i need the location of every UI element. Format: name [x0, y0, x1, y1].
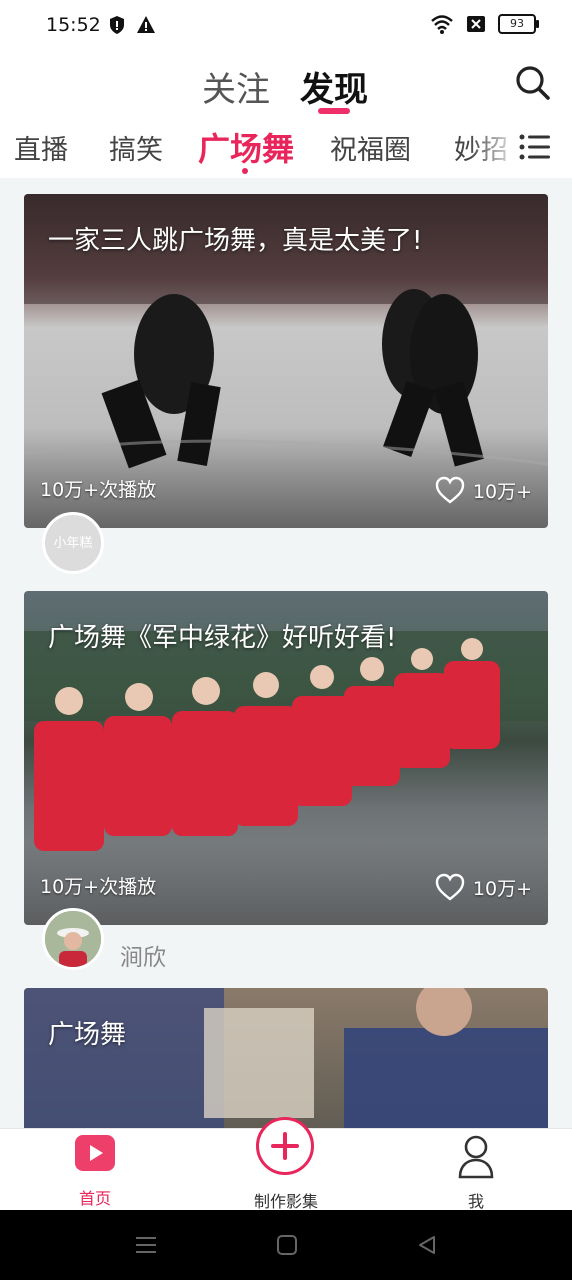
like-count: 10万+ [472, 480, 532, 503]
wifi-icon [431, 15, 453, 34]
video-card[interactable]: 一家三人跳广场舞，真是太美了! 10万+次播放 10万+ [24, 194, 548, 528]
category-row: 直播 搞笑 广场舞 祝福圈 妙招 [0, 120, 572, 178]
author-name[interactable]: 涧欣 [120, 938, 166, 972]
video-title: 广场舞《军中绿花》好听好看! [48, 623, 397, 653]
category-menu-icon[interactable] [518, 130, 552, 164]
tab-follow[interactable]: 关注 [202, 62, 270, 111]
video-card[interactable]: 广场舞 [24, 988, 548, 1128]
category-funny[interactable]: 搞笑 [109, 128, 163, 167]
play-count: 10万+次播放 [40, 876, 157, 898]
like-count: 10万+ [472, 877, 532, 900]
recent-apps-icon[interactable] [134, 1234, 158, 1256]
system-nav-bar [0, 1210, 572, 1280]
nav-make-label: 制作影集 [253, 1192, 318, 1211]
video-title: 一家三人跳广场舞，真是太美了! [48, 226, 423, 256]
category-blessings[interactable]: 祝福圈 [330, 128, 411, 167]
nav-home-label: 首页 [78, 1189, 111, 1208]
avatar-photo [45, 911, 101, 967]
user-icon [458, 1135, 494, 1179]
video-title: 广场舞 [48, 1020, 127, 1050]
nav-me-label: 我 [467, 1192, 484, 1211]
active-category-dot [242, 168, 248, 174]
battery-icon: 93 [498, 14, 539, 34]
video-thumbnail [24, 988, 548, 1128]
video-feed[interactable]: 一家三人跳广场舞，真是太美了! 10万+次播放 10万+ 小年糕 广场舞《军中绿… [0, 178, 572, 1128]
category-square-dance[interactable]: 广场舞 [198, 124, 294, 170]
shield-icon [110, 16, 124, 34]
avatar-text: 小年糕 [53, 536, 93, 551]
search-icon[interactable] [512, 62, 552, 102]
plus-icon [271, 1132, 299, 1160]
warning-icon [137, 16, 155, 33]
video-card[interactable]: 广场舞《军中绿花》好听好看! 10万+次播放 10万+ [24, 591, 548, 925]
home-play-icon [75, 1135, 115, 1171]
back-icon[interactable] [416, 1234, 438, 1256]
status-time: 15:52 [46, 14, 101, 36]
status-bar: 15:52 93 [0, 0, 572, 52]
tab-discover[interactable]: 发现 [300, 62, 368, 111]
top-header: 关注 发现 [0, 52, 572, 118]
avatar[interactable] [42, 908, 104, 970]
heart-icon [435, 873, 465, 901]
make-album-button[interactable] [256, 1117, 314, 1175]
like-button[interactable]: 10万+ [435, 476, 532, 504]
play-count: 10万+次播放 [40, 479, 157, 501]
bottom-nav: 首页 制作影集 我 [0, 1117, 572, 1211]
like-button[interactable]: 10万+ [435, 873, 532, 901]
active-tab-indicator [318, 108, 350, 114]
heart-icon [435, 476, 465, 504]
home-icon[interactable] [276, 1234, 298, 1256]
avatar[interactable]: 小年糕 [42, 512, 104, 574]
sim-off-icon [467, 16, 485, 32]
category-live[interactable]: 直播 [14, 128, 68, 167]
